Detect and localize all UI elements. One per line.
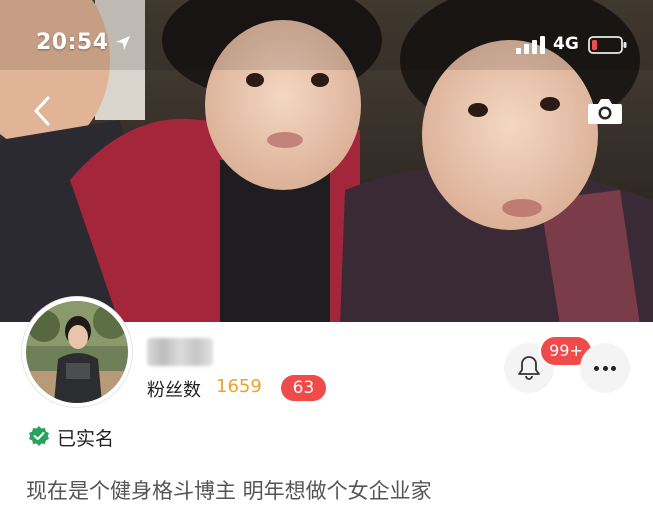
more-options-button[interactable] [580,343,630,393]
network-type: 4G [553,34,579,54]
username-redacted [147,338,213,366]
avatar[interactable] [22,297,132,407]
avatar-photo [26,301,128,403]
location-arrow-icon [116,36,130,50]
more-dot-icon [611,366,616,371]
signal-bars-icon [516,36,545,54]
fans-new-badge[interactable]: 63 [281,375,326,401]
fans-label: 粉丝数 [147,380,201,401]
camera-icon[interactable] [586,96,624,126]
battery-icon [588,36,627,54]
bell-icon [518,356,540,380]
back-chevron-icon[interactable] [28,92,58,130]
fans-count[interactable]: 1659 [216,376,262,397]
more-dot-icon [594,366,599,371]
status-time: 20:54 [36,30,109,55]
more-dot-icon [602,366,608,371]
verified-shield-icon [29,426,49,446]
verified-label: 已实名 [57,428,115,450]
bio-text: 现在是个健身格斗博主 明年想做个女企业家 [26,479,432,503]
